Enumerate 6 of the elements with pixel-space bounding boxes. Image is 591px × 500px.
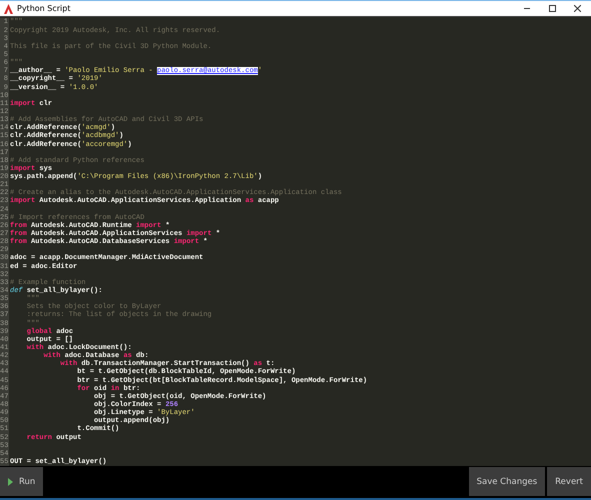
window-title: Python Script xyxy=(17,4,72,14)
run-button[interactable]: Run xyxy=(0,467,44,496)
save-changes-button[interactable]: Save Changes xyxy=(468,467,546,496)
revert-button[interactable]: Revert xyxy=(547,467,591,496)
app-logo-icon xyxy=(4,4,13,14)
play-icon xyxy=(8,478,13,486)
